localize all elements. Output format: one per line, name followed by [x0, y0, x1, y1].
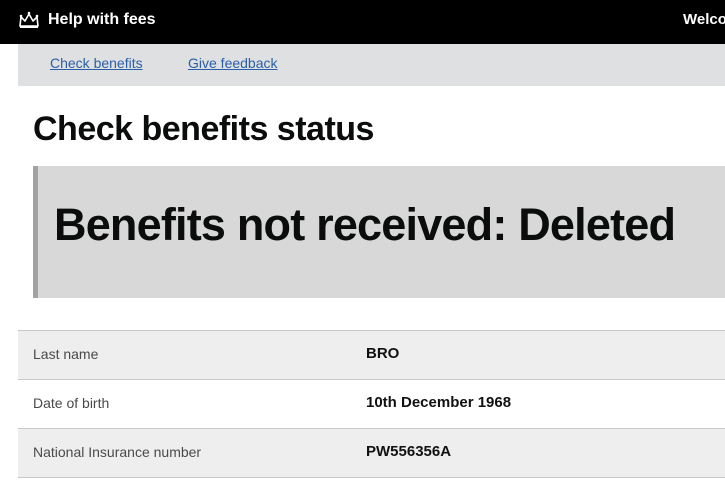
details-key: Last name [33, 346, 99, 362]
sub-navigation: Check benefits Give feedback [18, 44, 725, 86]
details-value: PW556356A [366, 443, 452, 460]
crown-icon [19, 11, 39, 28]
details-row-national-insurance-number: National Insurance number PW556356A [18, 429, 725, 478]
site-header: Help with fees Welco [0, 0, 725, 44]
give-feedback-link[interactable]: Give feedback [188, 55, 278, 71]
details-value: 10th December 1968 [366, 394, 512, 411]
details-key: National Insurance number [33, 444, 202, 460]
benefits-status-message: Benefits not received: Deleted [54, 199, 676, 250]
welcome-text: Welco [683, 11, 725, 28]
details-row-last-name: Last name BRO [18, 331, 725, 380]
check-benefits-link[interactable]: Check benefits [50, 55, 143, 71]
page-title: Check benefits status [33, 110, 374, 148]
details-row-date-of-birth: Date of birth 10th December 1968 [18, 380, 725, 429]
details-key: Date of birth [33, 395, 110, 411]
status-panel: Benefits not received: Deleted [33, 166, 725, 298]
details-list: Last name BRO Date of birth 10th Decembe… [18, 330, 725, 478]
details-value: BRO [366, 345, 400, 362]
service-name-link[interactable]: Help with fees [48, 11, 156, 29]
